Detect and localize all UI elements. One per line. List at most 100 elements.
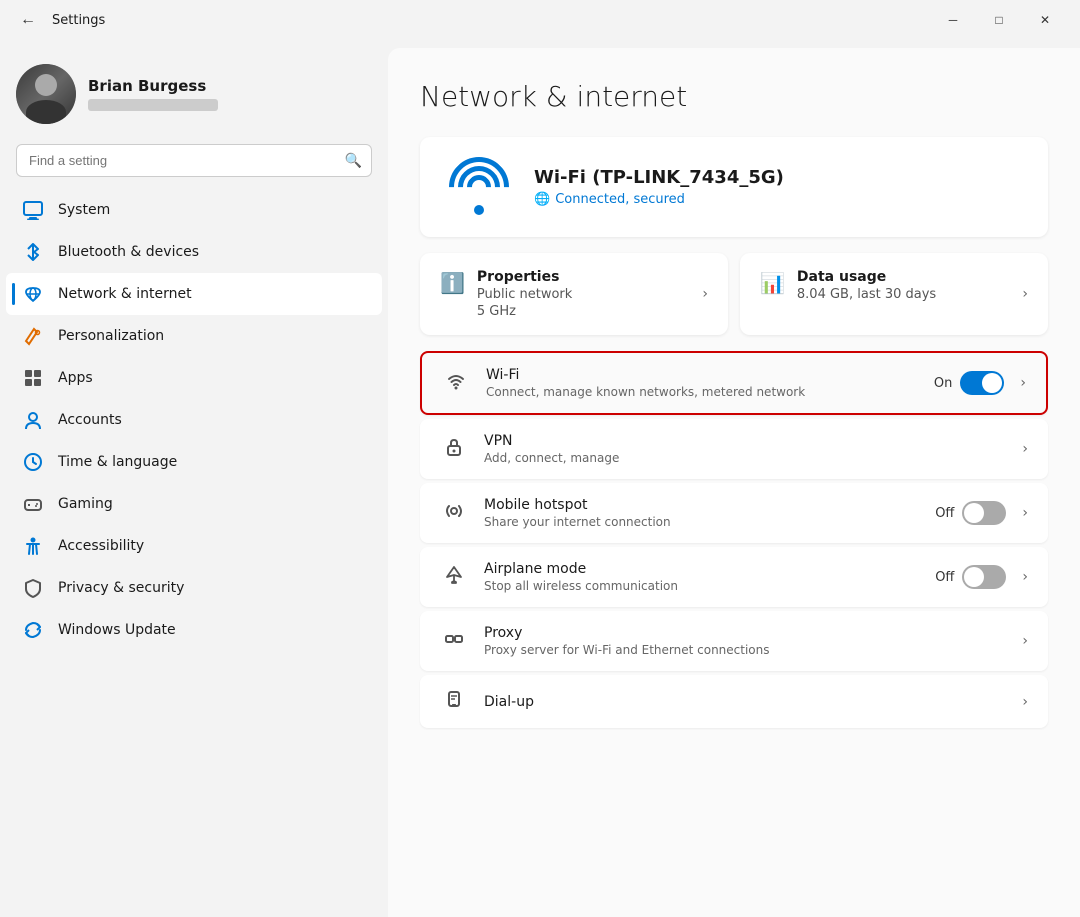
sidebar-item-system[interactable]: System <box>6 189 382 231</box>
wifi-dot <box>474 205 484 215</box>
data_usage-chevron-icon: › <box>1022 286 1028 302</box>
properties-content: Properties Public network 5 GHz <box>477 269 572 319</box>
airplane-toggle-thumb <box>964 567 984 587</box>
airplane-title: Airplane mode <box>484 561 919 577</box>
hotspot-icon <box>440 501 468 526</box>
main-content: Network & internet Wi-Fi (TP-LINK_7434_5… <box>388 48 1080 917</box>
settings-row-hotspot[interactable]: Mobile hotspot Share your internet conne… <box>420 483 1048 543</box>
app-body: Brian Burgess 🔍 System Bluetooth & device… <box>0 40 1080 917</box>
vpn-chevron-icon: › <box>1022 441 1028 457</box>
active-indicator <box>12 283 15 305</box>
data_usage-content: Data usage 8.04 GB, last 30 days <box>797 269 936 302</box>
privacy-nav-icon <box>22 577 44 599</box>
hotspot-title: Mobile hotspot <box>484 497 919 513</box>
dialup-icon <box>440 689 468 714</box>
properties-sub1: Public network <box>477 287 572 302</box>
vpn-title: VPN <box>484 433 998 449</box>
settings-row-vpn[interactable]: VPN Add, connect, manage › <box>420 419 1048 479</box>
user-profile[interactable]: Brian Burgess <box>0 56 388 144</box>
wifi-details: Wi-Fi (TP-LINK_7434_5G) 🌐 Connected, sec… <box>534 167 1024 207</box>
accounts-nav-icon <box>22 409 44 431</box>
app-title: Settings <box>52 13 922 28</box>
system-nav-icon <box>22 199 44 221</box>
sidebar-item-label-bluetooth: Bluetooth & devices <box>58 244 199 260</box>
sidebar-item-label-time: Time & language <box>58 454 177 470</box>
wifi-subtitle: Connect, manage known networks, metered … <box>486 385 918 399</box>
sidebar-item-gaming[interactable]: Gaming <box>6 483 382 525</box>
avatar <box>16 64 76 124</box>
sidebar-item-update[interactable]: Windows Update <box>6 609 382 651</box>
properties-icon: ℹ️ <box>440 271 465 295</box>
close-button[interactable]: ✕ <box>1022 4 1068 36</box>
window-controls: ─ □ ✕ <box>930 4 1068 36</box>
search-box: 🔍 <box>16 144 372 177</box>
gaming-nav-icon <box>22 493 44 515</box>
airplane-control: Off › <box>935 565 1028 589</box>
wifi-toggle[interactable] <box>960 371 1004 395</box>
vpn-subtitle: Add, connect, manage <box>484 451 998 465</box>
sidebar-item-label-update: Windows Update <box>58 622 176 638</box>
wifi-content: Wi-Fi Connect, manage known networks, me… <box>486 367 918 399</box>
wifi-status-card[interactable]: Wi-Fi (TP-LINK_7434_5G) 🌐 Connected, sec… <box>420 137 1048 237</box>
bluetooth-nav-icon <box>22 241 44 263</box>
wifi-status-label: Connected, secured <box>555 192 685 207</box>
wifi-ssid: Wi-Fi (TP-LINK_7434_5G) <box>534 167 1024 188</box>
proxy-subtitle: Proxy server for Wi-Fi and Ethernet conn… <box>484 643 998 657</box>
sidebar-item-label-apps: Apps <box>58 370 93 386</box>
wifi-title: Wi-Fi <box>486 367 918 383</box>
sidebar-item-label-personalization: Personalization <box>58 328 164 344</box>
minimize-button[interactable]: ─ <box>930 4 976 36</box>
wifi-toggle-label: On <box>934 376 952 391</box>
airplane-subtitle: Stop all wireless communication <box>484 579 919 593</box>
vpn-content: VPN Add, connect, manage <box>484 433 998 465</box>
sidebar-item-network[interactable]: Network & internet <box>6 273 382 315</box>
sidebar-item-label-network: Network & internet <box>58 286 192 302</box>
sidebar-item-personalization[interactable]: Personalization <box>6 315 382 357</box>
info-cards: ℹ️ Properties Public network 5 GHz › 📊 D… <box>420 253 1048 335</box>
sidebar-item-bluetooth[interactable]: Bluetooth & devices <box>6 231 382 273</box>
hotspot-toggle[interactable] <box>962 501 1006 525</box>
sidebar-item-privacy[interactable]: Privacy & security <box>6 567 382 609</box>
maximize-button[interactable]: □ <box>976 4 1022 36</box>
dialup-chevron-icon: › <box>1022 694 1028 710</box>
sidebar-item-accounts[interactable]: Accounts <box>6 399 382 441</box>
sidebar-item-label-privacy: Privacy & security <box>58 580 184 596</box>
sidebar: Brian Burgess 🔍 System Bluetooth & device… <box>0 40 388 917</box>
dialup-content: Dial-up <box>484 694 998 710</box>
dialup-title: Dial-up <box>484 694 998 710</box>
airplane-icon <box>440 565 468 590</box>
hotspot-subtitle: Share your internet connection <box>484 515 919 529</box>
properties-chevron-icon: › <box>702 286 708 302</box>
search-input[interactable] <box>16 144 372 177</box>
avatar-image <box>16 64 76 124</box>
hotspot-content: Mobile hotspot Share your internet conne… <box>484 497 919 529</box>
proxy-title: Proxy <box>484 625 998 641</box>
sidebar-item-apps[interactable]: Apps <box>6 357 382 399</box>
settings-row-wifi[interactable]: Wi-Fi Connect, manage known networks, me… <box>420 351 1048 415</box>
titlebar: ← Settings ─ □ ✕ <box>0 0 1080 40</box>
nav-list: System Bluetooth & devices Network & inter… <box>0 189 388 651</box>
user-email <box>88 99 218 111</box>
sidebar-item-accessibility[interactable]: Accessibility <box>6 525 382 567</box>
settings-list: Wi-Fi Connect, manage known networks, me… <box>420 351 1048 728</box>
update-nav-icon <box>22 619 44 641</box>
proxy-chevron-icon: › <box>1022 633 1028 649</box>
settings-row-proxy[interactable]: Proxy Proxy server for Wi-Fi and Etherne… <box>420 611 1048 671</box>
user-name: Brian Burgess <box>88 77 218 95</box>
back-button[interactable]: ← <box>12 4 44 36</box>
wifi-chevron-icon: › <box>1020 375 1026 391</box>
info-card-properties[interactable]: ℹ️ Properties Public network 5 GHz › <box>420 253 728 335</box>
airplane-toggle[interactable] <box>962 565 1006 589</box>
time-nav-icon <box>22 451 44 473</box>
wifi-toggle-thumb <box>982 373 1002 393</box>
sidebar-item-time[interactable]: Time & language <box>6 441 382 483</box>
properties-sub2: 5 GHz <box>477 304 572 319</box>
hotspot-toggle-label: Off <box>935 506 954 521</box>
wifi-status-text: 🌐 Connected, secured <box>534 192 1024 207</box>
settings-row-dialup[interactable]: Dial-up › <box>420 675 1048 728</box>
airplane-toggle-label: Off <box>935 570 954 585</box>
airplane-content: Airplane mode Stop all wireless communic… <box>484 561 919 593</box>
settings-row-airplane[interactable]: Airplane mode Stop all wireless communic… <box>420 547 1048 607</box>
info-card-data_usage[interactable]: 📊 Data usage 8.04 GB, last 30 days › <box>740 253 1048 335</box>
user-info: Brian Burgess <box>88 77 218 111</box>
